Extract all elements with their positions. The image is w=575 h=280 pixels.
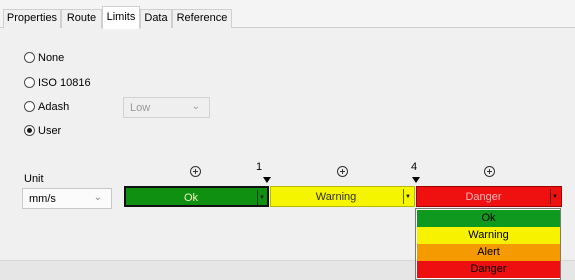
tab-bar: Properties Route Limits Data Reference [0, 0, 575, 29]
add-level-plus-icon[interactable] [337, 166, 348, 177]
radio-iso-label: ISO 10816 [38, 77, 91, 89]
radio-adash-label: Adash [38, 101, 70, 113]
level-dropdown-arrow-icon[interactable]: ▼ [403, 189, 412, 204]
radio-circle-icon [24, 52, 35, 63]
threshold-marker-icon[interactable] [412, 177, 420, 183]
level-danger-label: Danger [465, 191, 502, 203]
adash-level-value: Low [130, 102, 151, 114]
dropdown-option-alert[interactable]: Alert [417, 244, 560, 261]
adash-level-select[interactable]: Low ⌄ [123, 97, 210, 118]
radio-dot-icon [27, 128, 32, 133]
dropdown-option-danger[interactable]: Danger [417, 261, 560, 278]
level-warning-label: Warning [315, 191, 357, 203]
dropdown-option-ok[interactable]: Ok [417, 210, 560, 227]
tab-limits[interactable]: Limits [102, 6, 140, 29]
dropdown-option-warning[interactable]: Warning [417, 227, 560, 244]
unit-value: mm/s [29, 193, 56, 205]
level-warning-select[interactable]: Warning ▼ [270, 186, 415, 207]
radio-circle-icon [24, 77, 35, 88]
tab-properties[interactable]: Properties [3, 9, 61, 28]
level-danger-select[interactable]: Danger ▼ [416, 186, 562, 207]
tab-data[interactable]: Data [140, 9, 172, 28]
threshold-2-label: 4 [411, 161, 418, 173]
threshold-marker-icon[interactable] [263, 177, 271, 183]
tab-reference[interactable]: Reference [172, 9, 232, 28]
radio-user-label: User [38, 125, 62, 137]
radio-none-label: None [38, 52, 65, 64]
chevron-down-icon: ⌄ [93, 192, 102, 203]
level-ok-select[interactable]: Ok ▼ [124, 186, 269, 207]
level-dropdown-arrow-icon[interactable]: ▼ [257, 190, 266, 205]
level-ok-label: Ok [183, 192, 199, 204]
threshold-1-label: 1 [256, 161, 263, 173]
danger-level-dropdown-list: Ok Warning Alert Danger [415, 208, 561, 280]
level-dropdown-arrow-icon[interactable]: ▼ [550, 189, 559, 204]
add-level-plus-icon[interactable] [190, 166, 201, 177]
radio-circle-icon [24, 101, 35, 112]
tab-route[interactable]: Route [61, 9, 102, 28]
unit-label: Unit [24, 173, 44, 185]
radio-selected-icon [24, 125, 35, 136]
chevron-down-icon: ⌄ [191, 101, 200, 112]
add-level-plus-icon[interactable] [484, 166, 495, 177]
unit-select[interactable]: mm/s ⌄ [22, 188, 112, 209]
